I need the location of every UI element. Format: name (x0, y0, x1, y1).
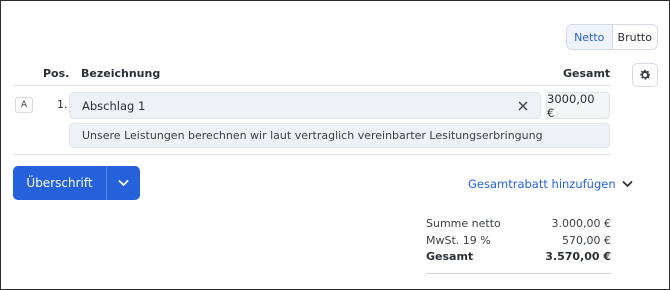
invoice-items-panel: Netto Brutto Pos. Bezeichnung Gesamt A 1… (0, 0, 670, 290)
gear-icon (640, 69, 651, 80)
add-heading-split-button: Überschrift (13, 166, 140, 200)
summary-underline (426, 273, 611, 274)
clear-button[interactable] (516, 99, 530, 113)
column-settings-button[interactable] (632, 63, 658, 87)
toggle-brutto[interactable]: Brutto (613, 25, 658, 49)
add-heading-dropdown-button[interactable] (107, 166, 140, 200)
chevron-down-icon (118, 180, 129, 186)
toggle-netto[interactable]: Netto (567, 25, 613, 49)
summary-value: 3.570,00 € (545, 250, 611, 263)
header-divider (13, 85, 611, 86)
column-header-pos: Pos. (43, 67, 70, 80)
summary-label: Gesamt (426, 250, 474, 263)
summary-label: MwSt. 19 % (426, 234, 491, 247)
item-total-input[interactable]: 3000,00 € (546, 91, 610, 120)
item-name-input[interactable]: Abschlag 1 (69, 92, 541, 119)
item-name-value: Abschlag 1 (82, 98, 146, 113)
netto-brutto-toggle: Netto Brutto (566, 24, 658, 50)
summary-value: 570,00 € (562, 234, 611, 247)
summary-value: 3.000,00 € (551, 217, 611, 230)
column-header-bezeichnung: Bezeichnung (81, 67, 161, 80)
item-type-badge[interactable]: A (15, 97, 33, 113)
add-discount-label: Gesamtrabatt hinzufügen (468, 177, 616, 191)
add-discount-link[interactable]: Gesamtrabatt hinzufügen (468, 177, 633, 191)
item-description-value: Unsere Leistungen berechnen wir laut ver… (82, 129, 543, 142)
item-description-input[interactable]: Unsere Leistungen berechnen wir laut ver… (69, 123, 610, 148)
item-total-value: 3000,00 € (547, 91, 595, 120)
close-icon (518, 101, 528, 111)
summary-label: Summe netto (426, 217, 501, 230)
items-divider (13, 154, 611, 155)
item-position: 1. (57, 98, 68, 111)
add-heading-button[interactable]: Überschrift (13, 166, 106, 200)
column-header-gesamt: Gesamt (563, 67, 611, 80)
chevron-down-icon (622, 181, 633, 187)
